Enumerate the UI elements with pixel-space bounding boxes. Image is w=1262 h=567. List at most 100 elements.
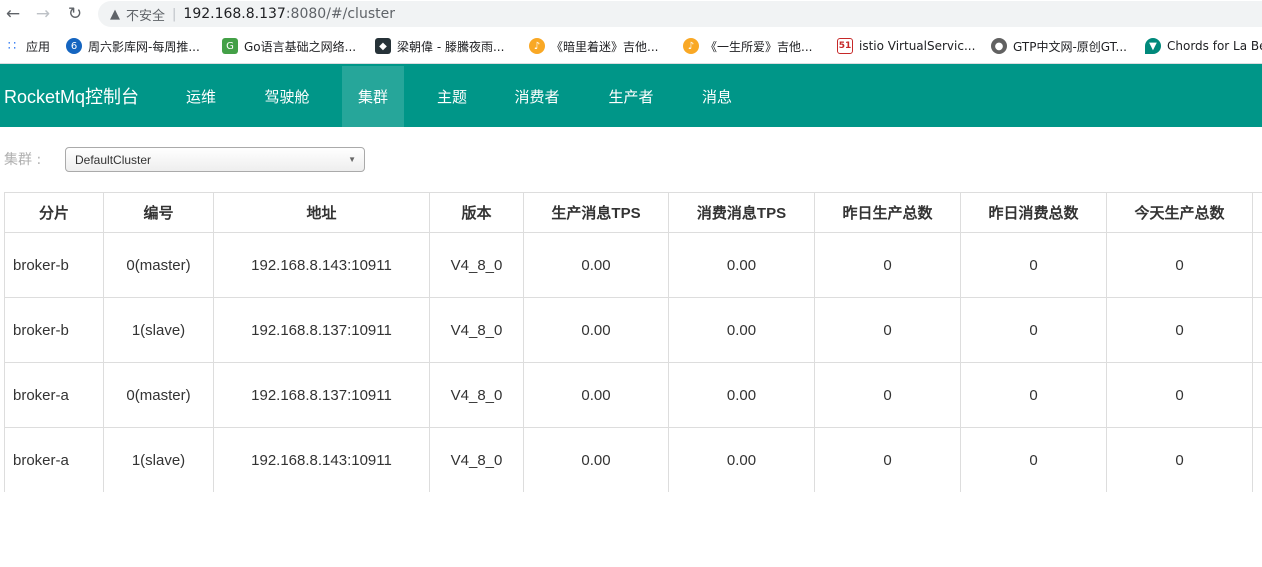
site-icon: 6 xyxy=(66,38,82,54)
column-header: 消费消息TPS xyxy=(668,192,815,233)
table-cell-overflow xyxy=(1252,297,1262,363)
bookmark-label: 《暗里着迷》吉他... xyxy=(551,39,659,54)
warning-icon[interactable]: ▲ xyxy=(110,7,120,22)
browser-toolbar: ← → ↻ ▲ 不安全 | 192.168.8.137:8080/#/clust… xyxy=(0,0,1262,28)
bookmark-item[interactable]: 6 周六影库网-每周推... xyxy=(66,37,200,55)
bookmark-item[interactable]: G Go语言基础之网络... xyxy=(222,37,356,55)
table-cell: 0 xyxy=(960,362,1107,428)
forward-arrow-icon[interactable]: → xyxy=(32,3,54,25)
nav-consumer[interactable]: 消费者 xyxy=(498,66,576,127)
table-cell: 1(slave) xyxy=(103,297,214,363)
table-cell: V4_8_0 xyxy=(429,362,524,428)
column-header: 编号 xyxy=(103,192,214,233)
bookmark-label: Go语言基础之网络... xyxy=(244,39,357,54)
column-header: 分片 xyxy=(4,192,104,233)
table-cell: broker-a xyxy=(4,427,104,492)
table-cell: V4_8_0 xyxy=(429,427,524,492)
apps-grid-icon: ∷ xyxy=(7,38,17,54)
nav-dashboard[interactable]: 驾驶舱 xyxy=(245,66,329,127)
table-cell-overflow xyxy=(1252,362,1262,428)
table-cell: 0 xyxy=(1106,427,1253,492)
globe-icon: ● xyxy=(991,38,1007,54)
table-cell: 0(master) xyxy=(103,362,214,428)
bookmark-label: 周六影库网-每周推... xyxy=(88,39,200,54)
column-header: 生产消息TPS xyxy=(523,192,669,233)
broker-table: 分片 编号 地址 版本 生产消息TPS 消费消息TPS 昨日生产总数 昨日消费总… xyxy=(4,192,1262,492)
bookmarks-bar: ∷ 应用 6 周六影库网-每周推... G Go语言基础之网络... ◆ 梁朝偉… xyxy=(0,28,1262,64)
table-row: broker-a 1(slave) 192.168.8.143:10911 V4… xyxy=(4,427,1262,492)
table-cell: 0.00 xyxy=(523,427,669,492)
table-cell: 0.00 xyxy=(523,362,669,428)
url-host: 192.168.8.137 xyxy=(183,6,286,22)
table-cell: 0 xyxy=(1106,297,1253,363)
url-separator: | xyxy=(172,6,177,22)
column-header: 地址 xyxy=(213,192,430,233)
nav-message[interactable]: 消息 xyxy=(684,66,750,127)
table-cell-overflow xyxy=(1252,427,1262,492)
table-row: broker-b 0(master) 192.168.8.143:10911 V… xyxy=(4,232,1262,298)
table-cell: 0.00 xyxy=(668,232,815,298)
table-cell: V4_8_0 xyxy=(429,232,524,298)
bookmark-label: GTP中文网-原创GT... xyxy=(1013,39,1127,54)
table-cell: 0 xyxy=(1106,232,1253,298)
cluster-select[interactable]: DefaultCluster ▼ xyxy=(65,147,365,172)
table-cell: 0 xyxy=(1106,362,1253,428)
gopher-icon: G xyxy=(222,38,238,54)
table-cell: 192.168.8.137:10911 xyxy=(213,362,430,428)
table-cell: broker-a xyxy=(4,362,104,428)
bookmark-label: Chords for La Be xyxy=(1167,39,1262,53)
table-cell: 1(slave) xyxy=(103,427,214,492)
guitar-site-icon: ♪ xyxy=(529,38,545,54)
table-cell: 0 xyxy=(960,427,1107,492)
table-cell: 0 xyxy=(960,297,1107,363)
table-cell: 0.00 xyxy=(668,362,815,428)
bookmark-item[interactable]: ● GTP中文网-原创GT... xyxy=(991,37,1127,55)
column-header-overflow xyxy=(1252,192,1262,233)
column-header: 今天生产总数 xyxy=(1106,192,1253,233)
column-header: 昨日生产总数 xyxy=(814,192,961,233)
table-cell: 192.168.8.137:10911 xyxy=(213,297,430,363)
bookmark-label: 《一生所爱》吉他... xyxy=(705,39,813,54)
nav-ops[interactable]: 运维 xyxy=(165,66,237,127)
brand-title[interactable]: RocketMq控制台 xyxy=(4,83,139,109)
security-label[interactable]: 不安全 xyxy=(126,5,165,24)
column-header: 昨日消费总数 xyxy=(960,192,1107,233)
pick-icon: ▼ xyxy=(1145,38,1161,54)
bookmark-item[interactable]: ♪ 《暗里着迷》吉他... xyxy=(529,37,658,55)
table-header-row: 分片 编号 地址 版本 生产消息TPS 消费消息TPS 昨日生产总数 昨日消费总… xyxy=(4,192,1262,233)
table-cell: 0(master) xyxy=(103,232,214,298)
table-cell: 192.168.8.143:10911 xyxy=(213,427,430,492)
table-cell-overflow xyxy=(1252,232,1262,298)
bookmark-item[interactable]: ▼ Chords for La Be xyxy=(1145,37,1262,55)
shield-icon: ◆ xyxy=(375,38,391,54)
bookmark-label: istio VirtualServic... xyxy=(859,39,976,53)
url-path: :8080/#/cluster xyxy=(285,6,395,22)
reload-icon[interactable]: ↻ xyxy=(64,3,86,25)
51cto-icon: 51 xyxy=(837,38,853,54)
bookmark-apps[interactable]: ∷ 应用 xyxy=(4,37,50,55)
back-arrow-icon[interactable]: ← xyxy=(2,3,24,25)
table-cell: 0 xyxy=(814,232,961,298)
table-row: broker-a 0(master) 192.168.8.137:10911 V… xyxy=(4,362,1262,428)
table-cell: 0 xyxy=(960,232,1107,298)
table-cell: 192.168.8.143:10911 xyxy=(213,232,430,298)
address-bar[interactable]: ▲ 不安全 | 192.168.8.137:8080/#/cluster xyxy=(98,1,1262,27)
bookmark-item[interactable]: ◆ 梁朝偉 - 滕騰夜雨... xyxy=(375,37,504,55)
table-cell: broker-b xyxy=(4,232,104,298)
bookmark-item[interactable]: 51 istio VirtualServic... xyxy=(837,37,975,55)
cluster-label: 集群 : xyxy=(4,152,42,168)
table-row: broker-b 1(slave) 192.168.8.137:10911 V4… xyxy=(4,297,1262,363)
nav-cluster[interactable]: 集群 xyxy=(342,66,404,127)
nav-producer[interactable]: 生产者 xyxy=(592,66,670,127)
table-cell: 0 xyxy=(814,297,961,363)
nav-topic[interactable]: 主题 xyxy=(416,66,488,127)
bookmark-item[interactable]: ♪ 《一生所爱》吉他... xyxy=(683,37,812,55)
table-cell: 0.00 xyxy=(523,232,669,298)
broker-table-container: 分片 编号 地址 版本 生产消息TPS 消费消息TPS 昨日生产总数 昨日消费总… xyxy=(4,192,1262,492)
bookmark-label: 应用 xyxy=(26,39,51,54)
table-cell: broker-b xyxy=(4,297,104,363)
table-cell: 0.00 xyxy=(523,297,669,363)
table-cell: 0 xyxy=(814,427,961,492)
cluster-selected-value: DefaultCluster xyxy=(75,152,152,167)
bookmark-label: 梁朝偉 - 滕騰夜雨... xyxy=(397,39,505,54)
